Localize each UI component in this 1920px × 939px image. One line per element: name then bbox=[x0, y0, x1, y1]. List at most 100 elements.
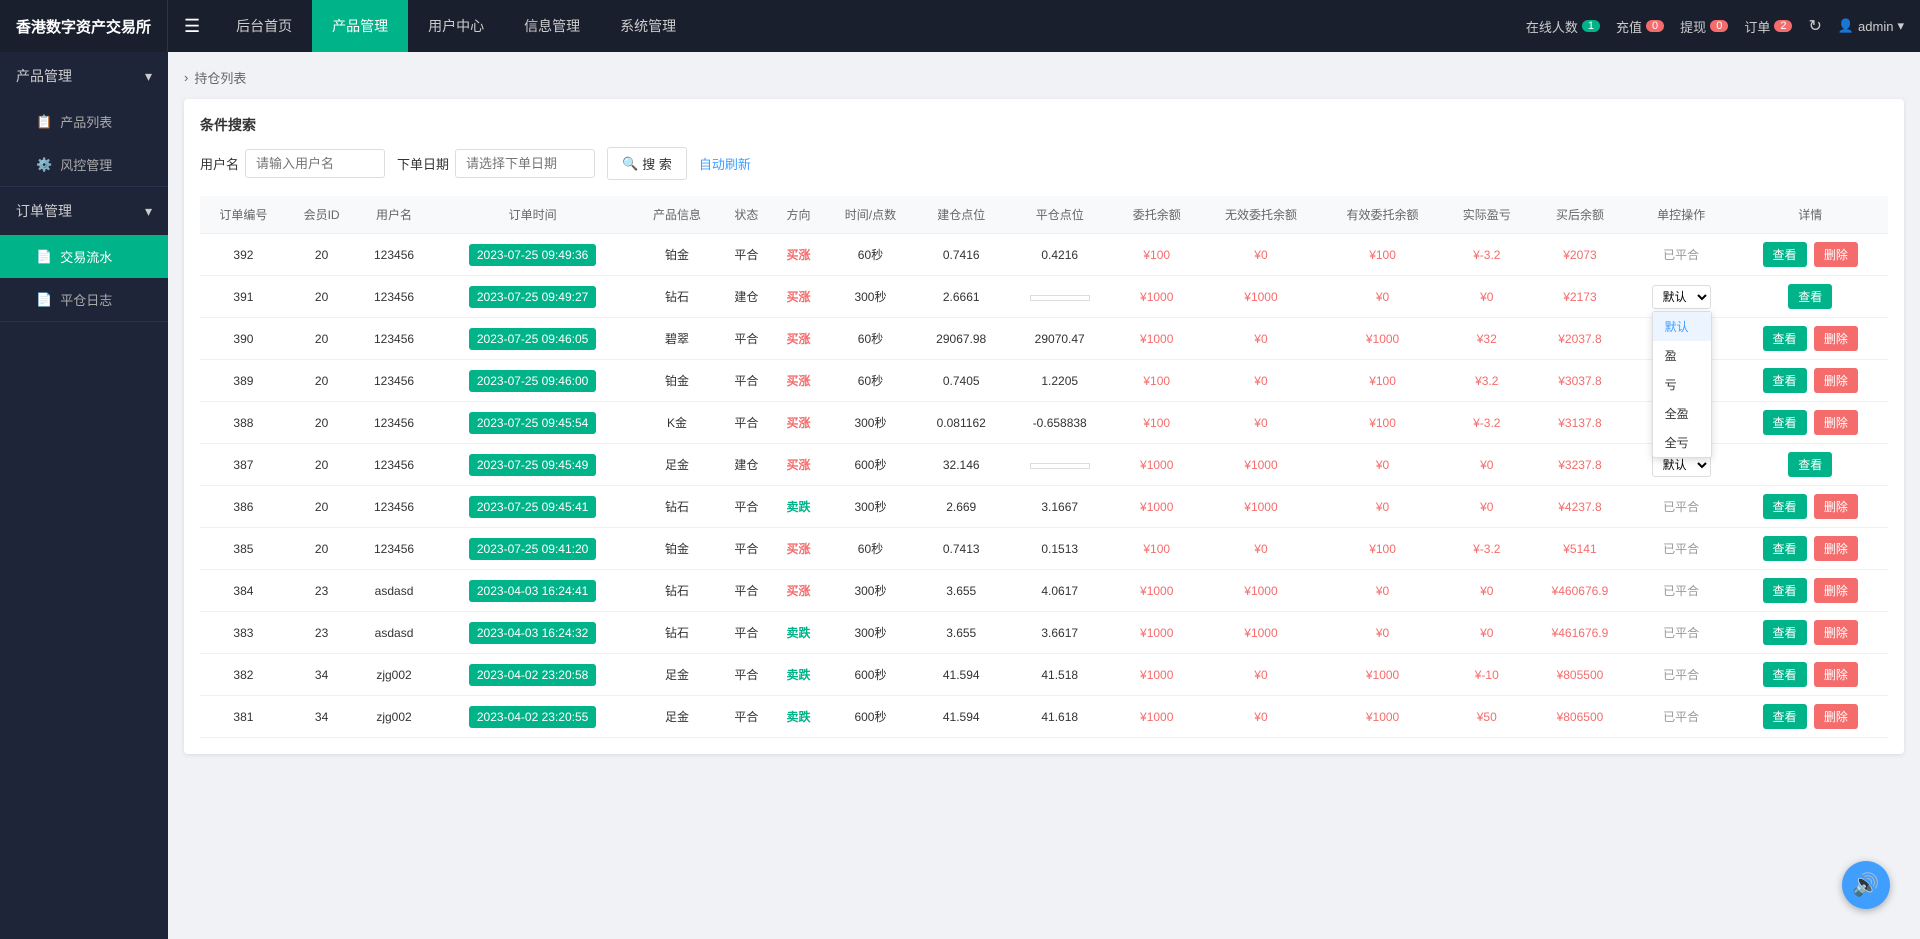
chevron-icon-order: ▾ bbox=[145, 203, 152, 220]
username-input[interactable] bbox=[245, 149, 385, 178]
date-input[interactable] bbox=[455, 149, 595, 178]
op-done-label: 已平合 bbox=[1663, 542, 1699, 556]
dropdown-item[interactable]: 默认 bbox=[1653, 312, 1711, 341]
auto-refresh-button[interactable]: 自动刷新 bbox=[699, 154, 751, 173]
cell-direction: 买涨 bbox=[773, 276, 825, 318]
cell-valid-delegate: ¥100 bbox=[1322, 234, 1444, 276]
menu-toggle-icon[interactable]: ☰ bbox=[168, 16, 216, 37]
sidebar-header-product[interactable]: 产品管理 ▾ bbox=[0, 52, 168, 100]
breadcrumb: › 持仓列表 bbox=[184, 68, 1904, 87]
delete-button[interactable]: 删除 bbox=[1814, 620, 1858, 645]
cell-order-time: 2023-07-25 09:46:05 bbox=[432, 318, 634, 360]
view-button[interactable]: 查看 bbox=[1763, 662, 1807, 687]
sidebar-section-product: 产品管理 ▾ 📋 产品列表 ⚙️ 风控管理 bbox=[0, 52, 168, 187]
th-close-pos: 平仓点位 bbox=[1006, 196, 1113, 234]
cell-invalid-delegate: ¥0 bbox=[1200, 696, 1322, 738]
cell-status: 平合 bbox=[720, 234, 772, 276]
single-op-dropdown[interactable]: 默认盈亏全盈全亏 bbox=[1652, 311, 1712, 458]
user-admin[interactable]: 👤 admin ▾ bbox=[1838, 18, 1904, 34]
cell-username: 123456 bbox=[356, 486, 431, 528]
view-button[interactable]: 查看 bbox=[1763, 704, 1807, 729]
cell-detail: 查看 删除 bbox=[1732, 528, 1888, 570]
view-button[interactable]: 查看 bbox=[1763, 410, 1807, 435]
nav-item-info[interactable]: 信息管理 bbox=[504, 0, 600, 52]
cell-username: 123456 bbox=[356, 402, 431, 444]
cell-op[interactable]: 已平合 bbox=[1630, 528, 1733, 570]
delete-button[interactable]: 删除 bbox=[1814, 242, 1858, 267]
cell-order-no: 381 bbox=[200, 696, 287, 738]
cell-member-id: 20 bbox=[287, 360, 357, 402]
cell-order-time: 2023-07-25 09:45:41 bbox=[432, 486, 634, 528]
sidebar-item-close-log[interactable]: 📄 平仓日志 bbox=[0, 278, 168, 321]
cell-order-no: 383 bbox=[200, 612, 287, 654]
cell-close-pos: 0.4216 bbox=[1006, 234, 1113, 276]
cell-close-pos: 41.618 bbox=[1006, 696, 1113, 738]
date-label: 下单日期 bbox=[397, 154, 449, 173]
nav-item-home[interactable]: 后台首页 bbox=[216, 0, 312, 52]
view-button[interactable]: 查看 bbox=[1763, 368, 1807, 393]
delete-button[interactable]: 删除 bbox=[1814, 536, 1858, 561]
cell-op[interactable]: 已平合 bbox=[1630, 234, 1733, 276]
delete-button[interactable]: 删除 bbox=[1814, 704, 1858, 729]
view-button[interactable]: 查看 bbox=[1763, 326, 1807, 351]
op-done-label: 已平合 bbox=[1663, 668, 1699, 682]
cell-direction: 买涨 bbox=[773, 444, 825, 486]
cell-delegate: ¥1000 bbox=[1113, 612, 1200, 654]
delete-button[interactable]: 删除 bbox=[1814, 368, 1858, 393]
cell-order-no: 387 bbox=[200, 444, 287, 486]
cell-op[interactable]: 已平合 bbox=[1630, 486, 1733, 528]
nav-item-system[interactable]: 系统管理 bbox=[600, 0, 696, 52]
search-button[interactable]: 🔍 搜 索 bbox=[607, 147, 687, 180]
cell-delegate: ¥100 bbox=[1113, 402, 1200, 444]
sidebar-header-order[interactable]: 订单管理 ▾ bbox=[0, 187, 168, 235]
delete-button[interactable]: 删除 bbox=[1814, 578, 1858, 603]
table-row: 383 23 asdasd 2023-04-03 16:24:32 钻石 平合 … bbox=[200, 612, 1888, 654]
cell-detail: 查看 删除 bbox=[1732, 234, 1888, 276]
view-button[interactable]: 查看 bbox=[1788, 452, 1832, 477]
sidebar-item-trade-flow[interactable]: 📄 交易流水 bbox=[0, 235, 168, 278]
delete-button[interactable]: 删除 bbox=[1814, 662, 1858, 687]
sidebar-item-risk[interactable]: ⚙️ 风控管理 bbox=[0, 143, 168, 186]
cell-order-time: 2023-07-25 09:49:36 bbox=[432, 234, 634, 276]
float-sound-button[interactable]: 🔊 bbox=[1842, 861, 1890, 909]
cell-time-points: 60秒 bbox=[825, 360, 917, 402]
cell-op[interactable]: 已平合 bbox=[1630, 654, 1733, 696]
delete-button[interactable]: 删除 bbox=[1814, 326, 1858, 351]
op-select[interactable]: 默认盈亏全盈全亏 bbox=[1652, 285, 1711, 309]
cell-delegate: ¥1000 bbox=[1113, 318, 1200, 360]
view-button[interactable]: 查看 bbox=[1763, 242, 1807, 267]
view-button[interactable]: 查看 bbox=[1788, 284, 1832, 309]
search-bar: 条件搜索 用户名 下单日期 🔍 搜 索 自动刷新 bbox=[200, 115, 1888, 180]
view-button[interactable]: 查看 bbox=[1763, 578, 1807, 603]
op-done-label: 已平合 bbox=[1663, 248, 1699, 262]
th-member-id: 会员ID bbox=[287, 196, 357, 234]
cell-op[interactable]: 已平合 bbox=[1630, 570, 1733, 612]
dropdown-item[interactable]: 亏 bbox=[1653, 370, 1711, 399]
delete-button[interactable]: 删除 bbox=[1814, 494, 1858, 519]
view-button[interactable]: 查看 bbox=[1763, 536, 1807, 561]
cell-member-id: 20 bbox=[287, 276, 357, 318]
view-button[interactable]: 查看 bbox=[1763, 494, 1807, 519]
nav-item-user[interactable]: 用户中心 bbox=[408, 0, 504, 52]
cell-close-pos: 3.6617 bbox=[1006, 612, 1113, 654]
nav-item-product[interactable]: 产品管理 bbox=[312, 0, 408, 52]
cell-direction: 买涨 bbox=[773, 528, 825, 570]
cell-invalid-delegate: ¥0 bbox=[1200, 402, 1322, 444]
th-open-pos: 建仓点位 bbox=[916, 196, 1006, 234]
cell-open-pos: 3.655 bbox=[916, 570, 1006, 612]
cell-open-pos: 41.594 bbox=[916, 654, 1006, 696]
delete-button[interactable]: 删除 bbox=[1814, 410, 1858, 435]
cell-status: 平合 bbox=[720, 318, 772, 360]
dropdown-item[interactable]: 全亏 bbox=[1653, 428, 1711, 457]
refresh-icon[interactable]: ↻ bbox=[1808, 16, 1821, 36]
cell-op[interactable]: 已平合 bbox=[1630, 696, 1733, 738]
th-delegate: 委托余额 bbox=[1113, 196, 1200, 234]
table-body: 392 20 123456 2023-07-25 09:49:36 铂金 平合 … bbox=[200, 234, 1888, 738]
sidebar-item-product-list[interactable]: 📋 产品列表 bbox=[0, 100, 168, 143]
cell-time-points: 60秒 bbox=[825, 234, 917, 276]
cell-op[interactable]: 已平合 bbox=[1630, 612, 1733, 654]
dropdown-item[interactable]: 盈 bbox=[1653, 341, 1711, 370]
dropdown-item[interactable]: 全盈 bbox=[1653, 399, 1711, 428]
cell-status: 平合 bbox=[720, 612, 772, 654]
view-button[interactable]: 查看 bbox=[1763, 620, 1807, 645]
